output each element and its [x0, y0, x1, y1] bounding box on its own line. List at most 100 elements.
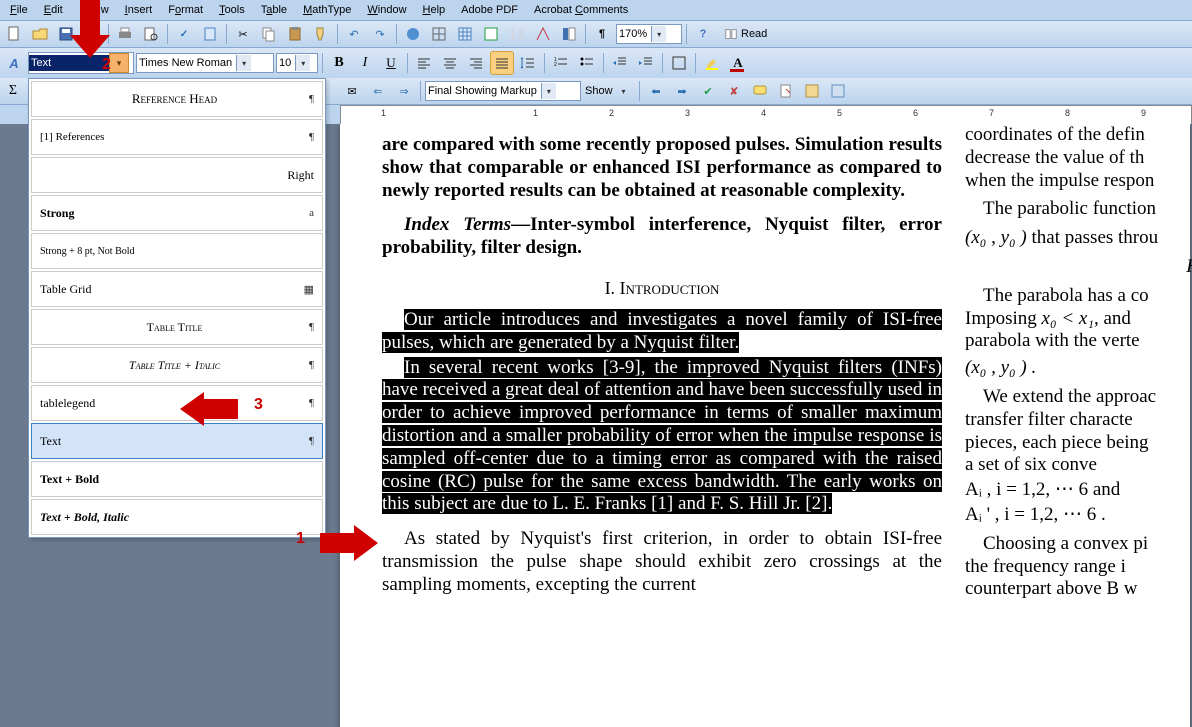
style-option-label: Strong + 8 pt, Not Bold [40, 246, 314, 257]
menu-mathtype[interactable]: MathType [295, 2, 359, 18]
style-option[interactable]: Table Grid▦ [31, 271, 323, 307]
highlight-icon[interactable] [700, 51, 724, 75]
dropdown-arrow-icon[interactable] [295, 55, 310, 71]
menu-table[interactable]: Table [253, 2, 295, 18]
undo-icon[interactable]: ↶ [342, 22, 366, 46]
open-icon[interactable] [28, 22, 52, 46]
menu-acrobat[interactable]: Acrobat Comments [526, 2, 636, 18]
style-dropdown-arrow-icon[interactable] [109, 53, 129, 73]
style-option[interactable]: Reference Head¶ [31, 81, 323, 117]
style-option[interactable]: Table Title¶ [31, 309, 323, 345]
comment-icon[interactable] [748, 79, 772, 103]
track-changes-icon[interactable] [774, 79, 798, 103]
annotation-arrow-1 [320, 525, 380, 561]
menu-insert[interactable]: Insert [117, 2, 161, 18]
help-icon[interactable]: ? [691, 22, 715, 46]
show-formatting-icon[interactable]: ¶ [590, 22, 614, 46]
menu-window[interactable]: Window [359, 2, 414, 18]
read-button[interactable]: Read [717, 22, 774, 46]
research-icon[interactable] [198, 22, 222, 46]
style-option[interactable]: Text + Bold [31, 461, 323, 497]
styles-pane-icon[interactable]: A [2, 51, 26, 75]
style-option[interactable]: Stronga [31, 195, 323, 231]
markup-combo[interactable]: Final Showing Markup [425, 81, 581, 101]
accept-icon[interactable]: ✔ [696, 79, 720, 103]
style-option[interactable]: Text + Bold, Italic [31, 499, 323, 535]
style-option-mark: ¶ [309, 435, 314, 447]
decrease-indent-icon[interactable] [608, 51, 632, 75]
col2-line: counterpart above B w [965, 578, 1192, 601]
dropdown-arrow-icon[interactable] [541, 83, 556, 99]
index-terms: Index Terms—Inter-symbol interference, N… [382, 214, 942, 260]
columns-icon[interactable] [505, 22, 529, 46]
style-option[interactable]: [1] References¶ [31, 119, 323, 155]
menu-format[interactable]: Format [160, 2, 211, 18]
align-center-icon[interactable] [438, 51, 462, 75]
reviewing-pane-icon[interactable] [826, 79, 850, 103]
insert-table-icon[interactable] [453, 22, 477, 46]
style-option-mark: a [309, 207, 314, 219]
redo-icon[interactable]: ↷ [368, 22, 392, 46]
style-option[interactable]: Table Title + Italic¶ [31, 347, 323, 383]
numbering-icon[interactable]: 12 [549, 51, 573, 75]
hyperlink-icon[interactable] [401, 22, 425, 46]
dropdown-arrow-icon[interactable] [617, 83, 631, 99]
tables-borders-icon[interactable] [427, 22, 451, 46]
font-combo[interactable]: Times New Roman [136, 53, 274, 73]
font-size-combo[interactable]: 10 [276, 53, 318, 73]
dropdown-arrow-icon[interactable] [651, 26, 666, 42]
zoom-combo[interactable]: 170% [616, 24, 682, 44]
print-icon[interactable] [113, 22, 137, 46]
print-preview-icon[interactable] [139, 22, 163, 46]
style-option-label: Table Title + Italic [40, 358, 309, 373]
col2-eq: (x₀ , y₀ ) that passes throu [965, 227, 1192, 250]
prev-change-icon[interactable]: ⇐ [366, 79, 390, 103]
dropdown-arrow-icon[interactable] [236, 55, 251, 71]
underline-button[interactable]: U [379, 51, 403, 75]
menu-adobepdf[interactable]: Adobe PDF [453, 2, 526, 18]
align-right-icon[interactable] [464, 51, 488, 75]
cut-icon[interactable]: ✂ [231, 22, 255, 46]
menu-edit[interactable]: Edit [36, 2, 71, 18]
menu-help[interactable]: Help [415, 2, 454, 18]
format-painter-icon[interactable] [309, 22, 333, 46]
italic-button[interactable]: I [353, 51, 377, 75]
reject-icon[interactable]: ✘ [722, 79, 746, 103]
balloons-icon[interactable] [800, 79, 824, 103]
envelope-icon[interactable]: ✉ [340, 79, 364, 103]
sigma-icon[interactable]: Σ [1, 79, 25, 103]
drawing-icon[interactable] [531, 22, 555, 46]
next-icon[interactable]: ➡ [670, 79, 694, 103]
annotation-number-2: 2 [102, 56, 111, 74]
document-map-icon[interactable] [557, 22, 581, 46]
style-option[interactable]: tablelegend¶ [31, 385, 323, 421]
style-option[interactable]: Text¶ [31, 423, 323, 459]
insert-worksheet-icon[interactable] [479, 22, 503, 46]
menu-tools[interactable]: Tools [211, 2, 253, 18]
menu-file[interactable]: FFileile [2, 2, 36, 18]
line-spacing-icon[interactable] [516, 51, 540, 75]
style-option[interactable]: Right [31, 157, 323, 193]
font-color-icon[interactable]: A [726, 51, 750, 75]
align-left-icon[interactable] [412, 51, 436, 75]
style-option[interactable]: Strong + 8 pt, Not Bold [31, 233, 323, 269]
abstract-text: are compared with some recently proposed… [382, 134, 942, 202]
borders-icon[interactable] [667, 51, 691, 75]
next-change-icon[interactable]: ⇒ [392, 79, 416, 103]
spellcheck-icon[interactable]: ✓ [172, 22, 196, 46]
style-option-label: Table Grid [40, 282, 304, 297]
col2-line: Choosing a convex pi [965, 533, 1192, 556]
col2-line: transfer filter characte [965, 409, 1192, 432]
paste-icon[interactable] [283, 22, 307, 46]
new-icon[interactable] [2, 22, 26, 46]
style-option-label: Text + Bold, Italic [40, 510, 314, 525]
increase-indent-icon[interactable] [634, 51, 658, 75]
bullets-icon[interactable] [575, 51, 599, 75]
bold-button[interactable]: B [327, 51, 351, 75]
style-option-label: Right [40, 168, 314, 183]
show-combo[interactable]: Show [583, 82, 635, 100]
align-justify-icon[interactable] [490, 51, 514, 75]
prev-icon[interactable]: ⬅ [644, 79, 668, 103]
copy-icon[interactable] [257, 22, 281, 46]
horizontal-ruler[interactable]: 112345678910 [340, 105, 1192, 125]
